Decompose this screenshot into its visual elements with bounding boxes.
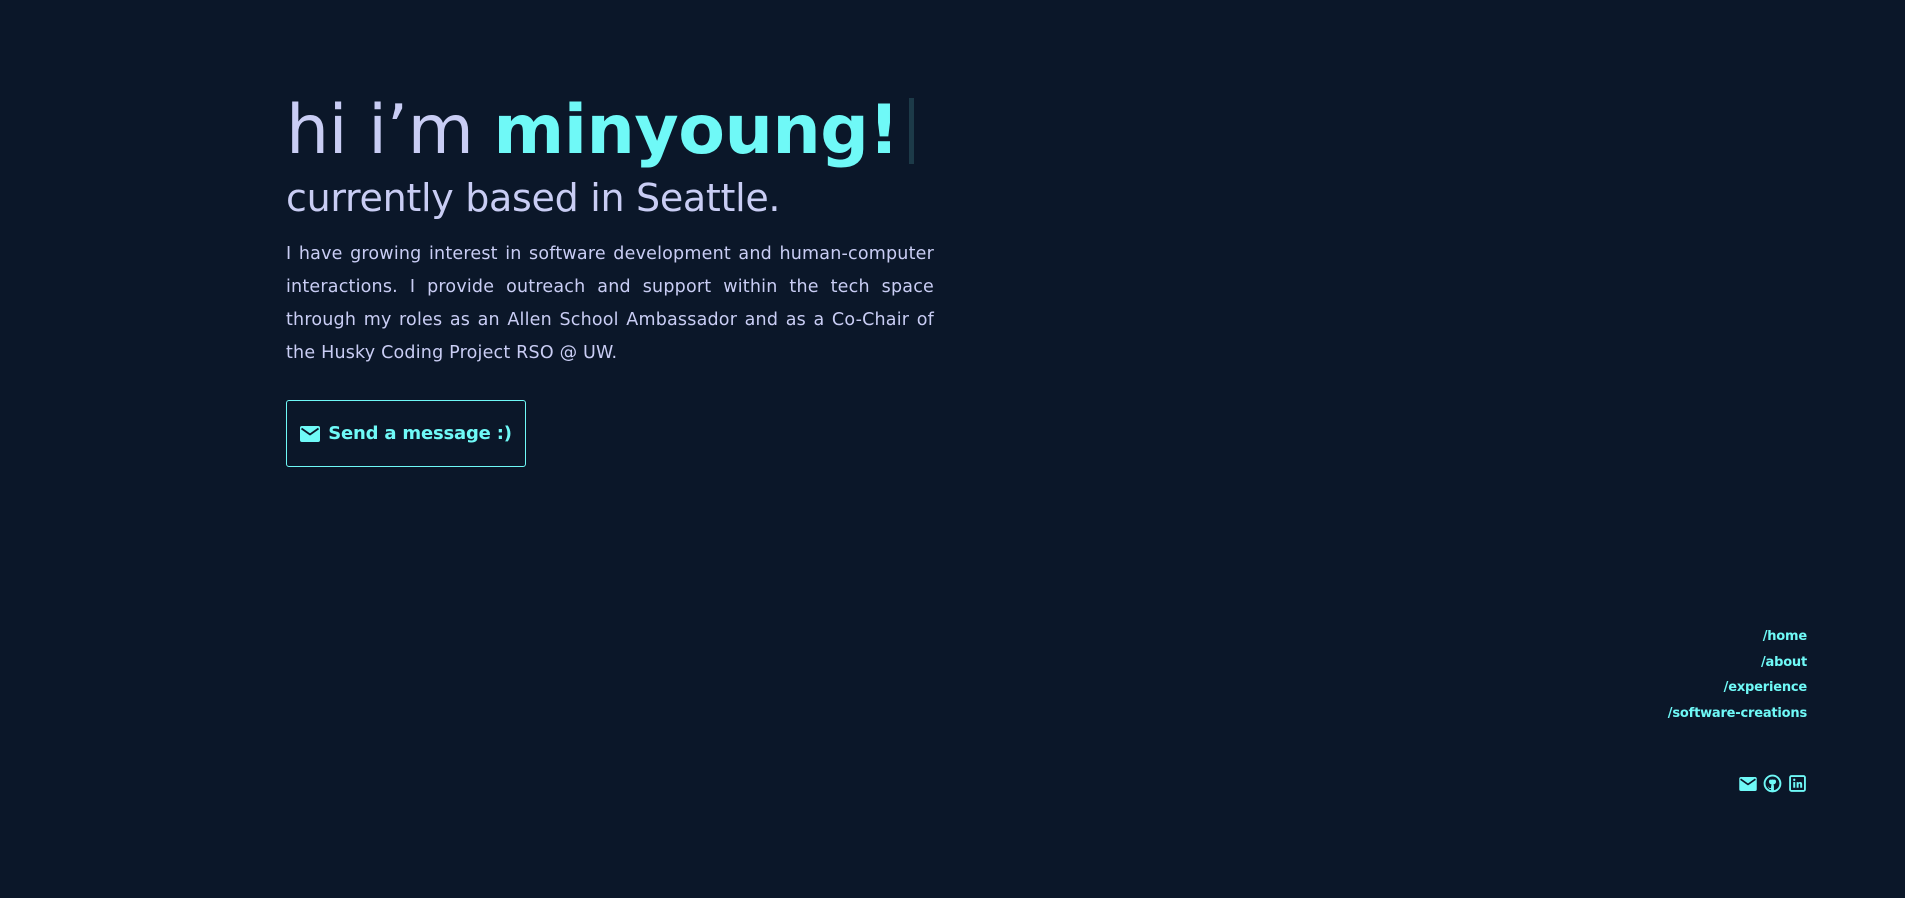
send-message-button[interactable]: Send a message :) [286,400,526,467]
github-icon[interactable] [1763,774,1782,793]
hero-headline: hi i’m minyoung! [286,86,934,176]
hero-subtitle: currently based in Seattle. [286,176,781,220]
page: hi i’m minyoung! currently based in Seat… [0,0,1905,898]
intro-section: hi i’m minyoung! currently based in Seat… [286,86,934,370]
typing-cursor [908,98,914,164]
name-text: minyoung! [493,91,899,170]
nav-link-experience[interactable]: /experience [1668,675,1808,701]
site-nav: /home /about /experience /software-creat… [1668,624,1807,726]
linkedin-icon[interactable] [1788,774,1807,793]
nav-link-home[interactable]: /home [1668,624,1808,650]
social-links [1738,774,1807,793]
send-message-label: Send a message :) [328,423,512,444]
hero-bio: I have growing interest in software deve… [286,244,934,363]
nav-link-about[interactable]: /about [1668,650,1807,676]
nav-link-software-creations[interactable]: /software-creations [1668,701,1807,727]
mail-icon [300,425,321,442]
mail-icon[interactable] [1738,774,1757,793]
greeting-text: hi i’m [286,91,474,170]
